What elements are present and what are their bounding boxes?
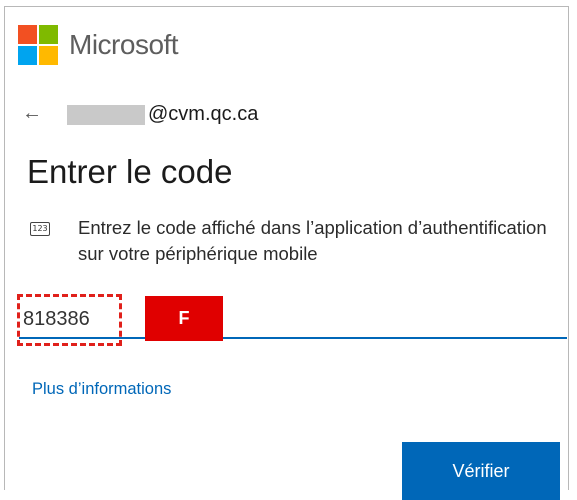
instruction-text: Entrez le code affiché dans l’applicatio… xyxy=(78,217,547,264)
verify-button[interactable]: Vérifier xyxy=(402,442,560,500)
brand-name: Microsoft xyxy=(69,29,179,60)
redacted-username xyxy=(67,105,145,125)
more-info-link[interactable]: Plus d’informations xyxy=(32,380,171,399)
microsoft-logo xyxy=(18,25,58,65)
sign-in-card: Microsoft ← @cvm.qc.ca Entrer le code 12… xyxy=(4,6,569,500)
page-title: Entrer le code xyxy=(27,153,233,190)
keypad-icon: 123 xyxy=(30,222,50,236)
email-domain: @cvm.qc.ca xyxy=(148,103,259,125)
annotation-badge: F xyxy=(145,296,223,341)
code-input[interactable] xyxy=(19,301,567,339)
arrow-left-icon[interactable]: ← xyxy=(22,101,42,125)
